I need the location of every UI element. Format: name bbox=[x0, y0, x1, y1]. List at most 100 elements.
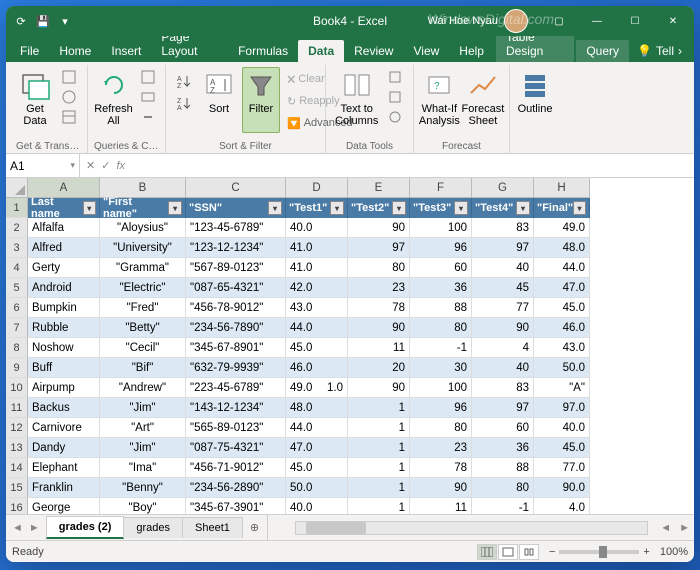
table-cell[interactable]: "632-79-9939" bbox=[186, 358, 286, 378]
filter-button[interactable]: Filter bbox=[242, 67, 280, 133]
row-header-5[interactable]: 5 bbox=[6, 278, 28, 298]
table-cell[interactable]: 97.0 bbox=[534, 398, 590, 418]
refresh-all-button[interactable]: Refresh All bbox=[94, 67, 133, 133]
close-button[interactable]: ✕ bbox=[656, 6, 690, 36]
filter-dropdown-icon[interactable]: ▾ bbox=[330, 201, 344, 215]
table-cell[interactable]: 23 bbox=[410, 438, 472, 458]
whatif-button[interactable]: ? What-If Analysis bbox=[420, 67, 459, 133]
namebox-dropdown-icon[interactable]: ▾ bbox=[70, 160, 75, 171]
text-to-columns-button[interactable]: Text to Columns bbox=[332, 67, 381, 133]
table-header-3[interactable]: "Test1"▾ bbox=[286, 198, 348, 218]
new-sheet-button[interactable]: ⊕ bbox=[242, 517, 267, 538]
filter-dropdown-icon[interactable]: ▾ bbox=[83, 201, 96, 215]
table-cell[interactable]: "Fred" bbox=[100, 298, 186, 318]
table-cell[interactable]: "565-89-0123" bbox=[186, 418, 286, 438]
row-header-9[interactable]: 9 bbox=[6, 358, 28, 378]
table-cell[interactable]: "Aloysius" bbox=[100, 218, 186, 238]
table-cell[interactable]: 11 bbox=[410, 498, 472, 514]
table-cell[interactable]: 40.0 bbox=[534, 418, 590, 438]
table-cell[interactable]: 77 bbox=[472, 298, 534, 318]
scroll-left-icon[interactable]: ◄ bbox=[656, 522, 675, 534]
table-cell[interactable]: 100 bbox=[410, 218, 472, 238]
table-cell[interactable]: "Gramma" bbox=[100, 258, 186, 278]
table-cell[interactable]: 48.0 bbox=[534, 238, 590, 258]
row-header-11[interactable]: 11 bbox=[6, 398, 28, 418]
from-text-button[interactable] bbox=[58, 67, 80, 87]
row-header-16[interactable]: 16 bbox=[6, 498, 28, 514]
table-cell[interactable]: 100 bbox=[410, 378, 472, 398]
table-cell[interactable]: 44.0 bbox=[286, 318, 348, 338]
row-header-2[interactable]: 2 bbox=[6, 218, 28, 238]
from-web-button[interactable] bbox=[58, 87, 80, 107]
table-header-2[interactable]: "SSN"▾ bbox=[186, 198, 286, 218]
table-cell[interactable]: 4.0 bbox=[534, 498, 590, 514]
table-cell[interactable]: 60 bbox=[410, 258, 472, 278]
table-cell[interactable]: 45 bbox=[472, 278, 534, 298]
autosave-icon[interactable]: ⟳ bbox=[14, 14, 28, 28]
sort-button[interactable]: AZ Sort bbox=[200, 67, 238, 133]
maximize-button[interactable]: ☐ bbox=[618, 6, 652, 36]
table-cell[interactable]: 97 bbox=[472, 398, 534, 418]
horizontal-scrollbar[interactable] bbox=[295, 521, 648, 535]
table-cell[interactable]: 46.0 bbox=[534, 318, 590, 338]
table-cell[interactable]: 50.0 bbox=[534, 358, 590, 378]
sort-az-button[interactable]: AZ bbox=[172, 71, 196, 91]
table-cell[interactable]: George bbox=[28, 498, 100, 514]
table-cell[interactable]: "567-89-0123" bbox=[186, 258, 286, 278]
table-cell[interactable]: 90 bbox=[348, 378, 410, 398]
table-cell[interactable]: 42.0 bbox=[286, 278, 348, 298]
zoom-slider[interactable] bbox=[559, 550, 639, 554]
table-cell[interactable]: 50.0 bbox=[286, 478, 348, 498]
from-table-button[interactable] bbox=[58, 107, 80, 127]
table-cell[interactable]: "Benny" bbox=[100, 478, 186, 498]
table-cell[interactable]: "Ima" bbox=[100, 458, 186, 478]
name-box[interactable]: A1 ▾ bbox=[6, 154, 80, 177]
zoom-out-button[interactable]: − bbox=[549, 546, 555, 558]
sheet-tab-sheet1[interactable]: Sheet1 bbox=[182, 517, 243, 538]
table-cell[interactable]: 80 bbox=[348, 258, 410, 278]
tab-view[interactable]: View bbox=[403, 40, 449, 62]
table-cell[interactable]: "123-45-6789" bbox=[186, 218, 286, 238]
table-cell[interactable]: 96 bbox=[410, 398, 472, 418]
tab-insert[interactable]: Insert bbox=[101, 40, 151, 62]
table-cell[interactable]: 88 bbox=[410, 298, 472, 318]
table-cell[interactable]: "456-71-9012" bbox=[186, 458, 286, 478]
table-cell[interactable]: 83 bbox=[472, 378, 534, 398]
minimize-button[interactable]: — bbox=[580, 6, 614, 36]
table-cell[interactable]: 1 bbox=[348, 438, 410, 458]
tell-me[interactable]: 💡 Tell › bbox=[629, 40, 690, 62]
filter-dropdown-icon[interactable]: ▾ bbox=[268, 201, 282, 215]
table-cell[interactable]: 96 bbox=[410, 238, 472, 258]
sheet-nav-prev-icon[interactable]: ◄ bbox=[10, 520, 25, 536]
table-cell[interactable]: Airpump bbox=[28, 378, 100, 398]
table-header-6[interactable]: "Test4"▾ bbox=[472, 198, 534, 218]
cancel-formula-icon[interactable]: ✕ bbox=[86, 159, 95, 172]
table-cell[interactable]: 1 bbox=[348, 498, 410, 514]
row-header-6[interactable]: 6 bbox=[6, 298, 28, 318]
table-cell[interactable]: "Bif" bbox=[100, 358, 186, 378]
table-cell[interactable]: "223-45-6789" bbox=[186, 378, 286, 398]
table-cell[interactable]: 47.0 bbox=[286, 438, 348, 458]
tab-help[interactable]: Help bbox=[449, 40, 494, 62]
table-cell[interactable]: "143-12-1234" bbox=[186, 398, 286, 418]
table-cell[interactable]: 40.0 bbox=[286, 218, 348, 238]
formula-input[interactable] bbox=[131, 159, 694, 173]
table-cell[interactable]: 47.0 bbox=[534, 278, 590, 298]
table-cell[interactable]: -1 bbox=[410, 338, 472, 358]
table-cell[interactable]: Gerty bbox=[28, 258, 100, 278]
table-cell[interactable]: "Boy" bbox=[100, 498, 186, 514]
table-cell[interactable]: 88 bbox=[472, 458, 534, 478]
table-cell[interactable]: Android bbox=[28, 278, 100, 298]
table-cell[interactable]: 11 bbox=[348, 338, 410, 358]
table-cell[interactable]: 20 bbox=[348, 358, 410, 378]
forecast-sheet-button[interactable]: Forecast Sheet bbox=[463, 67, 503, 133]
table-cell[interactable]: "123-12-1234" bbox=[186, 238, 286, 258]
tab-query[interactable]: Query bbox=[576, 40, 629, 62]
sheet-tab-grades2[interactable]: grades (2) bbox=[46, 516, 125, 539]
table-cell[interactable]: Elephant bbox=[28, 458, 100, 478]
table-cell[interactable]: "Electric" bbox=[100, 278, 186, 298]
row-header-3[interactable]: 3 bbox=[6, 238, 28, 258]
table-cell[interactable]: Franklin bbox=[28, 478, 100, 498]
fx-button[interactable]: fx bbox=[116, 160, 125, 172]
table-cell[interactable]: 1 bbox=[348, 458, 410, 478]
